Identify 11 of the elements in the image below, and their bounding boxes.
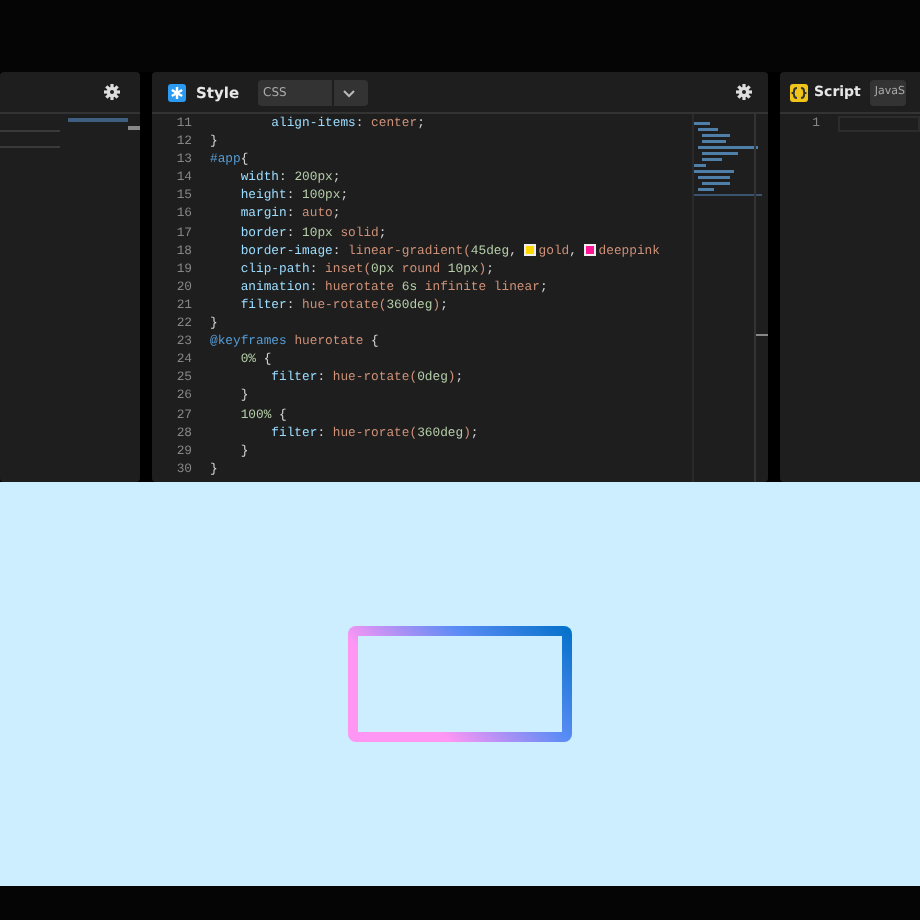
- caret-icon: [341, 87, 356, 97]
- color-swatch[interactable]: [584, 243, 597, 256]
- gear-icon[interactable]: [104, 84, 120, 100]
- asterisk-icon: [168, 83, 186, 101]
- minimap: [694, 118, 762, 198]
- scrollbar-thumb[interactable]: [128, 126, 140, 130]
- braces-icon: [790, 83, 808, 101]
- scrollbar-thumb[interactable]: [756, 334, 768, 336]
- text-line-drawing: [0, 130, 60, 148]
- color-swatch[interactable]: [524, 243, 537, 256]
- gear-icon[interactable]: [736, 84, 752, 100]
